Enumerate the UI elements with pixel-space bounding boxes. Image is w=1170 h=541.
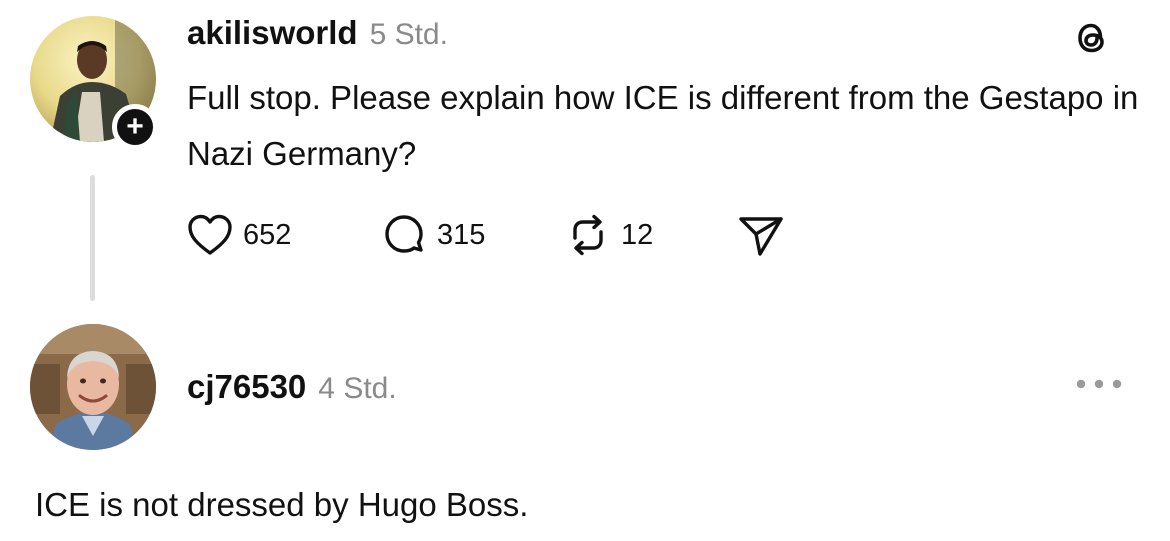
post-username[interactable]: akilisworld [187,14,358,52]
post-text: Full stop. Please explain how ICE is dif… [187,79,1139,172]
reply-author-avatar[interactable] [30,324,156,450]
plus-icon: + [126,110,144,143]
heart-icon [187,213,233,257]
reply-count: 315 [437,218,486,251]
thread-connector-line [90,175,95,301]
like-count: 652 [243,218,292,251]
post-header: akilisworld 5 Std. [187,14,448,54]
follow-button[interactable]: + [112,104,158,150]
reply-timestamp: 4 Std. [318,372,397,405]
share-button[interactable] [737,210,785,260]
send-icon [737,212,785,258]
more-options-button[interactable] [1073,374,1127,394]
reply-username[interactable]: cj76530 [187,368,306,406]
reply-button[interactable]: 315 [381,210,485,260]
repost-button[interactable]: 12 [565,210,653,260]
comment-icon [381,212,427,258]
repost-count: 12 [621,218,654,251]
more-dots-icon [1073,379,1127,398]
reply-header: cj76530 4 Std. [187,368,397,408]
repost-icon [565,212,611,258]
threads-logo-icon[interactable] [1070,16,1114,60]
like-button[interactable]: 652 [187,210,291,260]
post-timestamp: 5 Std. [369,18,448,51]
reply-text: ICE is not dressed by Hugo Boss. [35,486,529,523]
